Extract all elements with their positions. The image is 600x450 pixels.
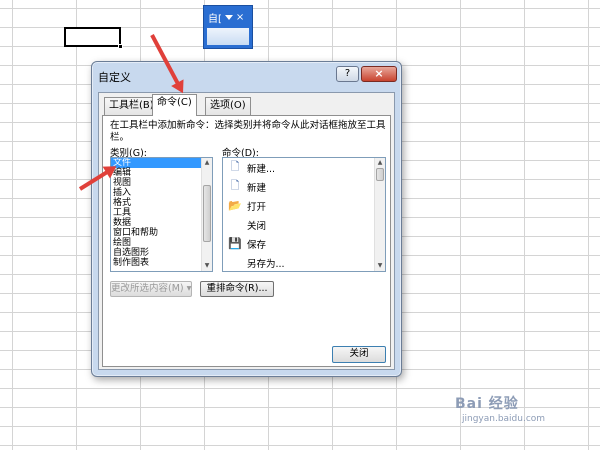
tab-toolbars[interactable]: 工具栏(B) [104,97,159,115]
commands-list[interactable]: 🗋 新建... 🗋 新建 📂 打开关闭 💾 保存另存为... ▲ ▼ [222,157,386,272]
command-label: 新建... [247,163,276,175]
close-icon[interactable]: × [236,12,244,23]
watermark-url: jingyan.baidu.com [462,414,546,424]
scroll-up-icon[interactable]: ▲ [375,158,385,168]
modify-selection-button[interactable]: 更改所选内容(M) ▾ [110,281,192,297]
command-item[interactable]: 📂 打开 [227,196,385,215]
active-cell[interactable] [64,27,123,49]
watermark-logo: Bai 经验 [455,396,519,412]
scroll-up-icon[interactable]: ▲ [202,158,212,168]
dialog-title: 自定义 [98,71,131,84]
open-folder-icon: 📂 [228,199,242,212]
dropdown-arrow-icon[interactable] [224,14,233,20]
command-label: 关闭 [247,220,267,232]
command-item[interactable]: 💾 保存 [227,234,385,253]
command-label: 新建 [247,182,267,194]
category-item[interactable]: 制作图表 [111,258,212,268]
floating-toolbar-body [207,28,249,45]
scroll-down-icon[interactable]: ▼ [375,261,385,271]
categories-list[interactable]: 文件 编辑 视图 插入 格式 工具 数据 窗口和帮助 绘图 自选图形 制作图表 ▲ ▼ [110,157,213,272]
rearrange-commands-button[interactable]: 重排命令(R)... [200,281,274,297]
command-label: 保存 [247,239,267,251]
category-item[interactable]: 视图 [111,178,212,188]
dialog-close-button[interactable]: × [361,66,397,82]
new-document-icon: 🗋 [230,179,240,192]
command-item[interactable]: 另存为... [227,253,385,271]
dialog-client: 工具栏(B) 命令(C) 选项(O) 在工具栏中添加新命令：选择类别并将命令从此… [98,92,395,370]
dialog-titlebar[interactable]: 自定义 ? × [92,62,401,88]
category-item[interactable]: 数据 [111,218,212,228]
command-label: 另存为... [247,258,285,270]
tab-options[interactable]: 选项(O) [205,97,251,115]
instruction-text: 在工具栏中添加新命令：选择类别并将命令从此对话框拖放至工具栏。 [110,120,386,143]
floating-toolbar-title: 自[ [208,13,222,25]
category-item[interactable]: 格式 [111,198,212,208]
categories-scrollbar[interactable]: ▲ ▼ [201,158,212,271]
category-item[interactable]: 绘图 [111,238,212,248]
floating-toolbar[interactable]: 自[ × [203,5,253,49]
customize-dialog: 自定义 ? × 工具栏(B) 命令(C) 选项(O) 在工具栏中添加新命令：选择… [91,61,402,377]
help-button[interactable]: ? [336,66,359,82]
commands-scrollbar[interactable]: ▲ ▼ [374,158,385,271]
fill-handle[interactable] [118,44,123,49]
scroll-thumb[interactable] [203,185,211,242]
command-label: 打开 [247,201,267,213]
command-item[interactable]: 关闭 [227,215,385,234]
commands-items: 🗋 新建... 🗋 新建 📂 打开关闭 💾 保存另存为... [223,158,385,271]
commands-tab-panel: 在工具栏中添加新命令：选择类别并将命令从此对话框拖放至工具栏。 类别(G): 命… [102,115,391,367]
command-item[interactable]: 🗋 新建... [227,158,385,177]
scroll-thumb[interactable] [376,168,384,181]
category-item[interactable]: 工具 [111,208,212,218]
category-item[interactable]: 文件 [111,158,212,168]
save-disk-icon: 💾 [228,237,242,250]
floating-toolbar-titlebar[interactable]: 自[ × [204,6,252,28]
categories-items: 文件 编辑 视图 插入 格式 工具 数据 窗口和帮助 绘图 自选图形 制作图表 [111,158,212,268]
category-item[interactable]: 编辑 [111,168,212,178]
category-item[interactable]: 窗口和帮助 [111,228,212,238]
category-item[interactable]: 自选图形 [111,248,212,258]
new-document-icon: 🗋 [230,160,240,173]
scroll-down-icon[interactable]: ▼ [202,261,212,271]
tab-commands[interactable]: 命令(C) [152,94,197,116]
command-item[interactable]: 🗋 新建 [227,177,385,196]
category-item[interactable]: 插入 [111,188,212,198]
close-button[interactable]: 关闭 [332,346,386,363]
